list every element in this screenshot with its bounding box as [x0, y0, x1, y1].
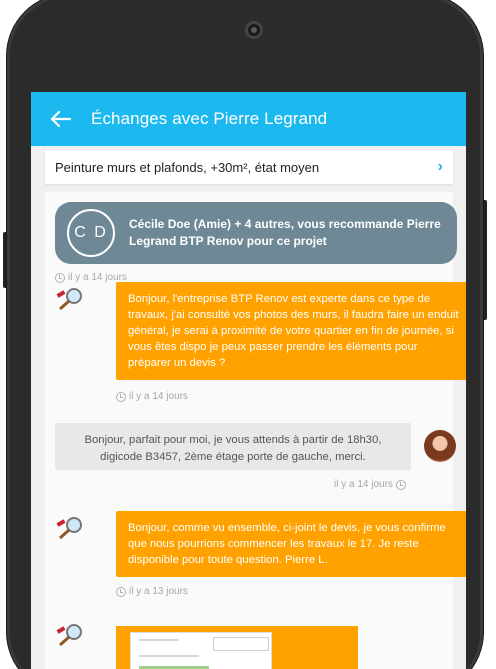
recommender-avatar: C D: [67, 209, 115, 257]
message-bubble-pro: Bonjour, comme vu ensemble, ci-joint le …: [116, 511, 466, 577]
recommendation-card: C D Cécile Doe (Amie) + 4 autres, vous r…: [55, 202, 457, 264]
pro-avatar-icon: [56, 517, 82, 540]
message-timestamp: il y a 14 jours: [334, 479, 406, 490]
clock-icon: [116, 391, 126, 402]
timestamp-text: il y a 14 jours: [129, 391, 188, 402]
message-thread[interactable]: C D Cécile Doe (Amie) + 4 autres, vous r…: [45, 192, 466, 669]
page-title: Échanges avec Pierre Legrand: [91, 109, 328, 128]
clock-icon: [395, 479, 406, 490]
app-bar: Échanges avec Pierre Legrand: [31, 92, 466, 146]
message-timestamp: il y a 13 jours: [116, 586, 188, 597]
attachment-bubble[interactable]: [116, 626, 358, 669]
pro-avatar-icon: [56, 288, 82, 311]
app-screen: Échanges avec Pierre Legrand Peinture mu…: [31, 92, 466, 669]
clock-icon: [55, 272, 65, 283]
timestamp-text: il y a 13 jours: [129, 586, 188, 597]
clock-icon: [116, 586, 126, 597]
project-subject-row[interactable]: Peinture murs et plafonds, +30m², état m…: [45, 150, 453, 184]
back-arrow-icon[interactable]: [31, 92, 91, 146]
camera-icon: [245, 21, 263, 39]
message-bubble-user: Bonjour, parfait pour moi, je vous atten…: [55, 423, 411, 470]
message-bubble-pro: Bonjour, l'entreprise BTP Renov est expe…: [116, 282, 466, 380]
timestamp-text: il y a 14 jours: [334, 479, 393, 490]
quote-document-thumbnail[interactable]: [130, 632, 272, 669]
pro-avatar-icon: [56, 624, 82, 647]
message-timestamp: il y a 14 jours: [116, 391, 188, 402]
recommendation-text: Cécile Doe (Amie) + 4 autres, vous recom…: [129, 217, 441, 248]
chevron-right-icon: ›: [437, 158, 443, 175]
user-avatar: [424, 430, 456, 462]
project-subject-text: Peinture murs et plafonds, +30m², état m…: [55, 159, 320, 175]
